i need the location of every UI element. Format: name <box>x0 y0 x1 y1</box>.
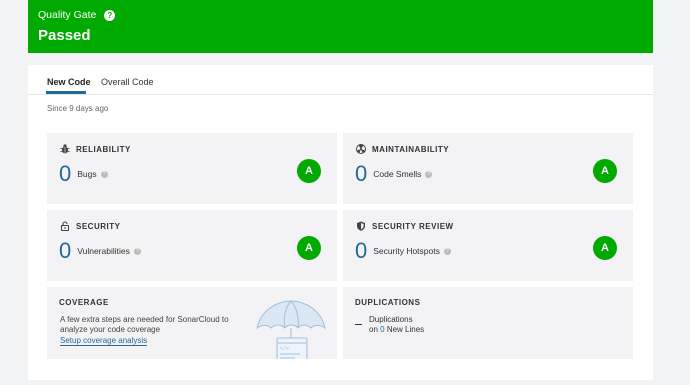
radiation-icon <box>356 144 366 154</box>
duplications-title: DUPLICATIONS <box>355 298 421 307</box>
shield-icon <box>357 221 365 231</box>
coverage-card: COVERAGE A few extra steps are needed fo… <box>47 287 337 359</box>
security-hotspots-count[interactable]: 0 <box>355 240 367 262</box>
duplications-metric: Duplications on 0 New Lines <box>355 315 424 335</box>
tab-new-code[interactable]: New Code <box>47 77 91 87</box>
security-review-card: SECURITY REVIEW 0 Security Hotspots ? A <box>343 210 633 281</box>
code-smells-metric: 0 Code Smells ? <box>355 163 433 185</box>
bugs-count[interactable]: 0 <box>59 163 71 185</box>
lock-icon <box>60 221 70 231</box>
security-review-rating[interactable]: A <box>593 236 617 260</box>
reliability-card: RELIABILITY 0 Bugs ? A <box>47 133 337 204</box>
quality-gate-label: Quality Gate <box>38 9 97 21</box>
vulnerabilities-label: Vulnerabilities <box>77 246 130 256</box>
new-lines-line: on 0 New Lines <box>369 325 424 335</box>
vulnerabilities-metric: 0 Vulnerabilities ? <box>59 240 141 262</box>
reliability-title-text: RELIABILITY <box>76 144 131 154</box>
code-smells-label: Code Smells <box>373 169 422 179</box>
maintainability-title-text: MAINTAINABILITY <box>372 144 450 154</box>
svg-text:</>: </> <box>280 346 289 352</box>
code-smells-count[interactable]: 0 <box>355 163 367 185</box>
new-lines-suffix: New Lines <box>386 325 425 334</box>
maintainability-title: MAINTAINABILITY <box>356 144 449 154</box>
security-rating[interactable]: A <box>297 236 321 260</box>
help-icon[interactable]: ? <box>100 170 108 178</box>
period-label: Since 9 days ago <box>47 104 109 113</box>
new-lines-count[interactable]: 0 <box>380 325 384 334</box>
duplications-empty-indicator <box>355 324 362 325</box>
duplications-card: DUPLICATIONS Duplications on 0 New Lines <box>343 287 633 359</box>
coverage-title: COVERAGE <box>59 298 109 307</box>
new-lines-prefix: on <box>369 325 378 334</box>
security-title: SECURITY <box>60 221 120 231</box>
quality-gate-status: Passed <box>38 27 91 44</box>
maintainability-rating[interactable]: A <box>593 159 617 183</box>
bugs-metric: 0 Bugs ? <box>59 163 108 185</box>
help-icon[interactable]: ? <box>443 247 451 255</box>
bug-icon <box>60 144 70 154</box>
security-review-title: SECURITY REVIEW <box>356 221 454 231</box>
code-tabs: New Code Overall Code <box>28 65 653 95</box>
duplications-label: Duplications <box>369 315 413 324</box>
security-hotspots-label: Security Hotspots <box>373 246 440 256</box>
security-hotspots-metric: 0 Security Hotspots ? <box>355 240 451 262</box>
duplications-text: Duplications on 0 New Lines <box>369 315 424 335</box>
vulnerabilities-count[interactable]: 0 <box>59 240 71 262</box>
quality-gate-header: Quality Gate ? <box>38 9 116 21</box>
reliability-rating[interactable]: A <box>297 159 321 183</box>
measures-panel: New Code Overall Code Since 9 days ago R… <box>28 65 653 380</box>
quality-gate-banner: Quality Gate ? Passed <box>28 0 653 53</box>
active-tab-indicator <box>46 91 86 94</box>
maintainability-card: MAINTAINABILITY 0 Code Smells ? A <box>343 133 633 204</box>
security-title-text: SECURITY <box>76 221 121 231</box>
setup-coverage-link[interactable]: Setup coverage analysis <box>60 336 148 346</box>
bugs-label: Bugs <box>77 169 97 179</box>
tab-overall-code[interactable]: Overall Code <box>101 77 154 87</box>
umbrella-illustration-icon: </> <box>256 300 326 359</box>
help-icon[interactable]: ? <box>425 170 433 178</box>
help-icon[interactable]: ? <box>104 9 116 21</box>
coverage-description: A few extra steps are needed for SonarCl… <box>60 315 229 334</box>
security-review-title-text: SECURITY REVIEW <box>372 221 454 231</box>
help-icon[interactable]: ? <box>133 247 141 255</box>
security-card: SECURITY 0 Vulnerabilities ? A <box>47 210 337 281</box>
reliability-title: RELIABILITY <box>60 144 131 154</box>
